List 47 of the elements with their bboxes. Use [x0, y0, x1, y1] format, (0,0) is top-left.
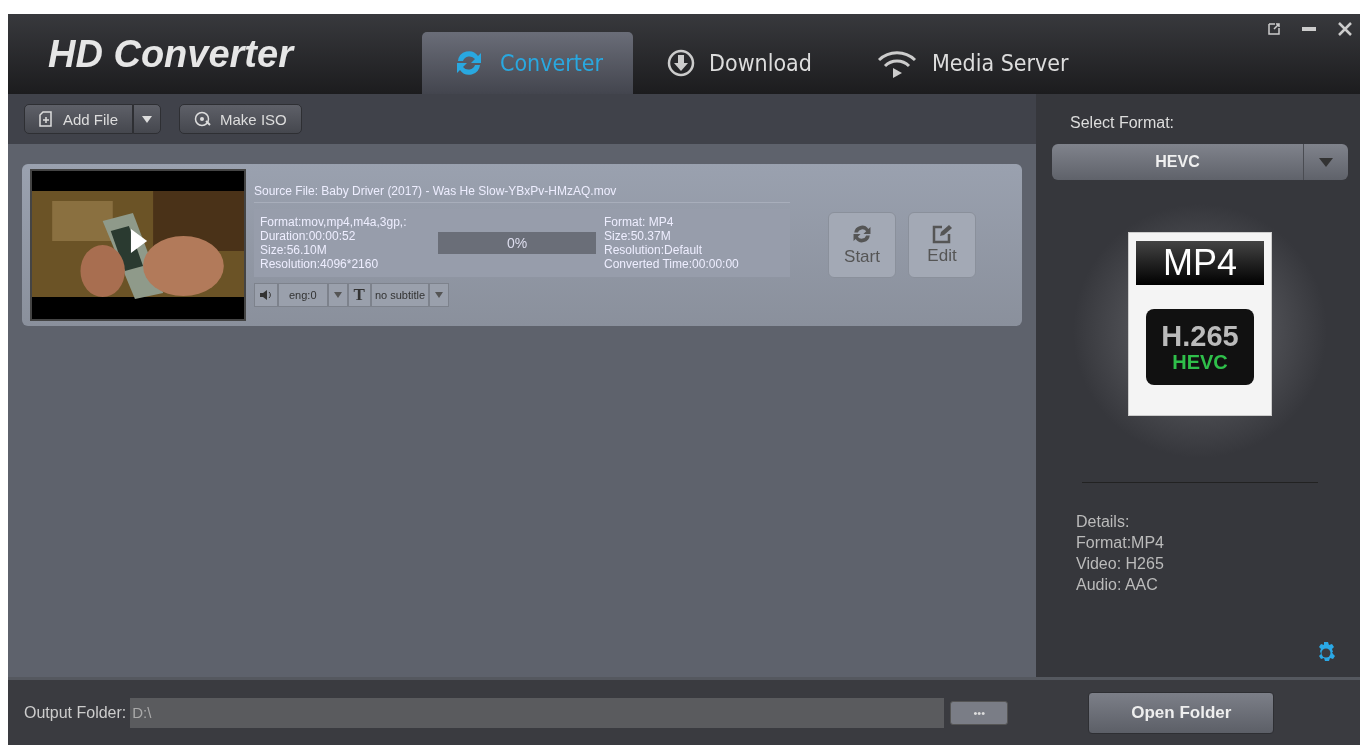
caret-icon [1319, 157, 1333, 167]
select-format-label: Select Format: [1070, 114, 1176, 132]
container-label: MP4 [1136, 241, 1264, 285]
caret-icon [142, 115, 153, 123]
download-icon [667, 49, 696, 77]
close-icon[interactable] [1338, 22, 1352, 36]
make-iso-button[interactable]: Make ISO [179, 104, 302, 134]
output-folder-label: Output Folder: [24, 703, 127, 722]
speaker-icon [260, 289, 272, 300]
input-info: Duration:00:00:52 [260, 228, 356, 243]
add-file-button[interactable]: Add File [24, 104, 134, 134]
caret-icon [333, 291, 342, 298]
output-info: Size:50.37M [604, 228, 672, 243]
dropdown-button[interactable] [133, 104, 162, 134]
input-info: Format:mov,mp4,m4a,3gp,: [260, 214, 408, 229]
caret-icon [435, 291, 444, 298]
app-title: HD Converter [47, 32, 296, 76]
details-line: Format:MP4 [1076, 533, 1165, 553]
output-folder-field[interactable]: D:\ [130, 697, 945, 728]
open-folder-button[interactable]: Open Folder [1088, 691, 1275, 734]
codec-name: HEVC [1172, 350, 1228, 374]
wifi-icon [875, 48, 918, 78]
output-info: Converted Time:00:00:00 [604, 256, 740, 271]
progress-reading: 0% [505, 234, 529, 251]
edit-button[interactable]: Edit [908, 212, 976, 278]
start-button[interactable]: Start [828, 212, 896, 278]
details-line: Video: H265 [1076, 554, 1165, 574]
subtitle-dropdown[interactable]: no subtitle [370, 282, 430, 307]
details-line: Audio: AAC [1076, 575, 1159, 595]
edit-icon [932, 224, 952, 244]
disc-icon [194, 111, 213, 127]
output-info: Format: MP4 [604, 214, 675, 229]
details-line: Details: [1076, 512, 1131, 532]
audio-track-dropdown[interactable]: eng:0 [278, 282, 328, 307]
input-info: Resolution:4096*2160 [260, 256, 380, 271]
tab[interactable]: Converter [422, 32, 634, 94]
format-dropdown[interactable]: HEVC [1052, 144, 1348, 180]
subtitle-icon: T [347, 282, 371, 307]
browse-button[interactable]: ••• [950, 700, 1009, 725]
add-file-icon [39, 111, 55, 127]
codec-label: H.265 [1161, 320, 1239, 351]
tab[interactable]: Download [637, 32, 842, 94]
popout-icon[interactable] [1268, 23, 1280, 35]
source-file: Source File: Baby Driver (2017) - Was He Slow-YBxPv-HMzAQ.mov [254, 183, 790, 203]
input-info: Size:56.10M [260, 242, 328, 257]
output-info: Resolution:Default [604, 242, 704, 257]
tab[interactable]: Media Server [845, 32, 1099, 94]
